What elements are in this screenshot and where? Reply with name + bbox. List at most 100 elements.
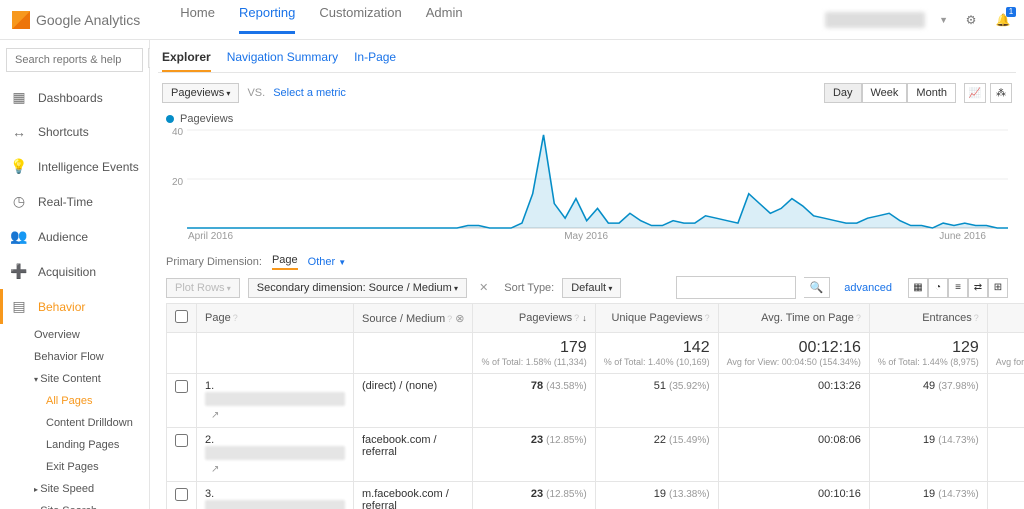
sidebar-item-dashboards[interactable]: ▦Dashboards	[6, 80, 143, 115]
sub-site-content[interactable]: Site Content	[34, 368, 143, 390]
sub-all-pages[interactable]: All Pages	[46, 390, 143, 412]
select-metric-link[interactable]: Select a metric	[273, 87, 346, 99]
cell-page: 2. ↗	[197, 428, 354, 482]
settings-gear-icon[interactable]: ⚙	[962, 11, 980, 29]
bulb-icon: 💡	[10, 158, 28, 175]
cell-page: 3. ↗	[197, 482, 354, 509]
metric-primary-dropdown[interactable]: Pageviews	[162, 83, 239, 103]
sub-site-search[interactable]: Site Search	[34, 500, 143, 509]
remove-secondary-icon[interactable]: ⊗	[455, 313, 464, 325]
main-content: Explorer Navigation Summary In-Page Page…	[150, 40, 1024, 509]
view-comparison-icon[interactable]: ⇄	[968, 278, 988, 298]
search-icon[interactable]: 🔍	[804, 277, 831, 298]
col-avgtime[interactable]: Avg. Time on Page?	[718, 304, 869, 333]
header-right: ▼ ⚙ 🔔	[825, 11, 1012, 29]
cell-page: 1. ↗	[197, 374, 354, 428]
range-month[interactable]: Month	[907, 83, 956, 103]
table-filter-input[interactable]	[676, 276, 796, 299]
row-checkbox[interactable]	[175, 380, 188, 393]
shortcuts-icon: ↔	[10, 124, 28, 140]
ytick-40: 40	[172, 127, 183, 138]
col-page[interactable]: Page?	[197, 304, 354, 333]
sub-site-speed[interactable]: Site Speed	[34, 478, 143, 500]
sidebar-item-intelligence[interactable]: 💡Intelligence Events	[6, 149, 143, 184]
chart-type-icon[interactable]: 📈	[964, 83, 986, 103]
time-range-group: Day Week Month	[824, 83, 956, 103]
view-table-icon[interactable]: ▦	[908, 278, 928, 298]
select-all-checkbox[interactable]	[175, 310, 188, 323]
nav-admin[interactable]: Admin	[426, 5, 463, 34]
page-url-blurred[interactable]	[205, 500, 345, 509]
table-row: 2. ↗facebook.com / referral23(12.85%)22(…	[167, 428, 1024, 482]
view-percentage-icon[interactable]: ◔	[928, 278, 948, 298]
chevron-down-icon[interactable]: ▼	[939, 15, 948, 25]
cell-source: (direct) / (none)	[354, 374, 473, 428]
sub-overview[interactable]: Overview	[34, 324, 143, 346]
audience-icon: 👥	[10, 228, 28, 245]
sidebar-item-shortcuts[interactable]: ↔Shortcuts	[6, 115, 143, 149]
acquisition-icon: ➕	[10, 263, 28, 280]
sub-landing-pages[interactable]: Landing Pages	[46, 434, 143, 456]
sidebar-item-acquisition[interactable]: ➕Acquisition	[6, 254, 143, 289]
logo[interactable]: Google Analytics	[12, 11, 140, 29]
dimension-page[interactable]: Page	[272, 254, 298, 270]
notifications-bell-icon[interactable]: 🔔	[994, 11, 1012, 29]
col-source[interactable]: Source / Medium? ⊗	[354, 304, 473, 333]
primary-dimension-row: Primary Dimension: Page Other ▼	[166, 254, 1008, 270]
sub-content-drilldown[interactable]: Content Drilldown	[46, 412, 143, 434]
view-performance-icon[interactable]: ≡	[948, 278, 968, 298]
row-checkbox[interactable]	[175, 488, 188, 501]
range-week[interactable]: Week	[862, 83, 908, 103]
plot-rows-button[interactable]: Plot Rows	[166, 278, 240, 298]
view-pivot-icon[interactable]: ⊞	[988, 278, 1008, 298]
sort-type-dropdown[interactable]: Default	[562, 278, 621, 298]
open-page-icon[interactable]: ↗	[211, 410, 219, 421]
table-row: 1. ↗(direct) / (none)78(43.58%)51(35.92%…	[167, 374, 1024, 428]
col-bounce[interactable]: Bounce Rate?	[987, 304, 1024, 333]
row-checkbox[interactable]	[175, 434, 188, 447]
sort-type-label: Sort Type:	[504, 282, 554, 294]
account-selector[interactable]	[825, 12, 925, 28]
tab-navigation-summary[interactable]: Navigation Summary	[227, 50, 338, 72]
ytick-20: 20	[172, 177, 183, 188]
chart-motion-icon[interactable]: ⁂	[990, 83, 1012, 103]
advanced-filter-link[interactable]: advanced	[844, 282, 892, 294]
legend-dot-icon	[166, 115, 174, 123]
sidebar-item-audience[interactable]: 👥Audience	[6, 219, 143, 254]
nav-home[interactable]: Home	[180, 5, 215, 34]
chart-legend: Pageviews	[166, 113, 1008, 125]
col-entrances[interactable]: Entrances?	[869, 304, 987, 333]
behavior-icon: ▤	[10, 298, 28, 315]
ga-logo-icon	[12, 11, 30, 29]
dashboard-icon: ▦	[10, 89, 28, 106]
open-page-icon[interactable]: ↗	[211, 464, 219, 475]
dimension-other[interactable]: Other ▼	[308, 256, 347, 268]
cell-source: m.facebook.com / referral	[354, 482, 473, 509]
tab-explorer[interactable]: Explorer	[162, 50, 211, 72]
top-nav: Home Reporting Customization Admin	[180, 5, 462, 34]
pageviews-chart[interactable]: 40 20	[166, 129, 1008, 229]
table-row: 3. ↗m.facebook.com / referral23(12.85%)1…	[167, 482, 1024, 509]
table-header-row: Page? Source / Medium? ⊗ Pageviews? ↓ Un…	[167, 304, 1024, 333]
chart-xaxis: April 2016 May 2016 June 2016	[188, 231, 986, 242]
sidebar-item-behavior[interactable]: ▤Behavior	[0, 289, 143, 324]
sub-behavior-flow[interactable]: Behavior Flow	[34, 346, 143, 368]
nav-reporting[interactable]: Reporting	[239, 5, 295, 34]
clock-icon: ◷	[10, 193, 28, 210]
range-day[interactable]: Day	[824, 83, 862, 103]
clear-secondary-icon[interactable]: ✕	[479, 281, 488, 294]
product-name: Google Analytics	[36, 12, 140, 28]
tab-in-page[interactable]: In-Page	[354, 50, 396, 72]
page-url-blurred[interactable]	[205, 392, 345, 406]
vs-label: VS.	[247, 87, 265, 99]
secondary-dimension-dropdown[interactable]: Secondary dimension: Source / Medium	[248, 278, 467, 298]
page-url-blurred[interactable]	[205, 446, 345, 460]
nav-customization[interactable]: Customization	[319, 5, 401, 34]
col-pageviews[interactable]: Pageviews? ↓	[473, 304, 595, 333]
sub-exit-pages[interactable]: Exit Pages	[46, 456, 143, 478]
sidebar-item-realtime[interactable]: ◷Real-Time	[6, 184, 143, 219]
report-tabs: Explorer Navigation Summary In-Page	[158, 44, 1016, 73]
data-table: Page? Source / Medium? ⊗ Pageviews? ↓ Un…	[166, 303, 1024, 509]
col-unique[interactable]: Unique Pageviews?	[595, 304, 718, 333]
search-input[interactable]	[6, 48, 143, 72]
